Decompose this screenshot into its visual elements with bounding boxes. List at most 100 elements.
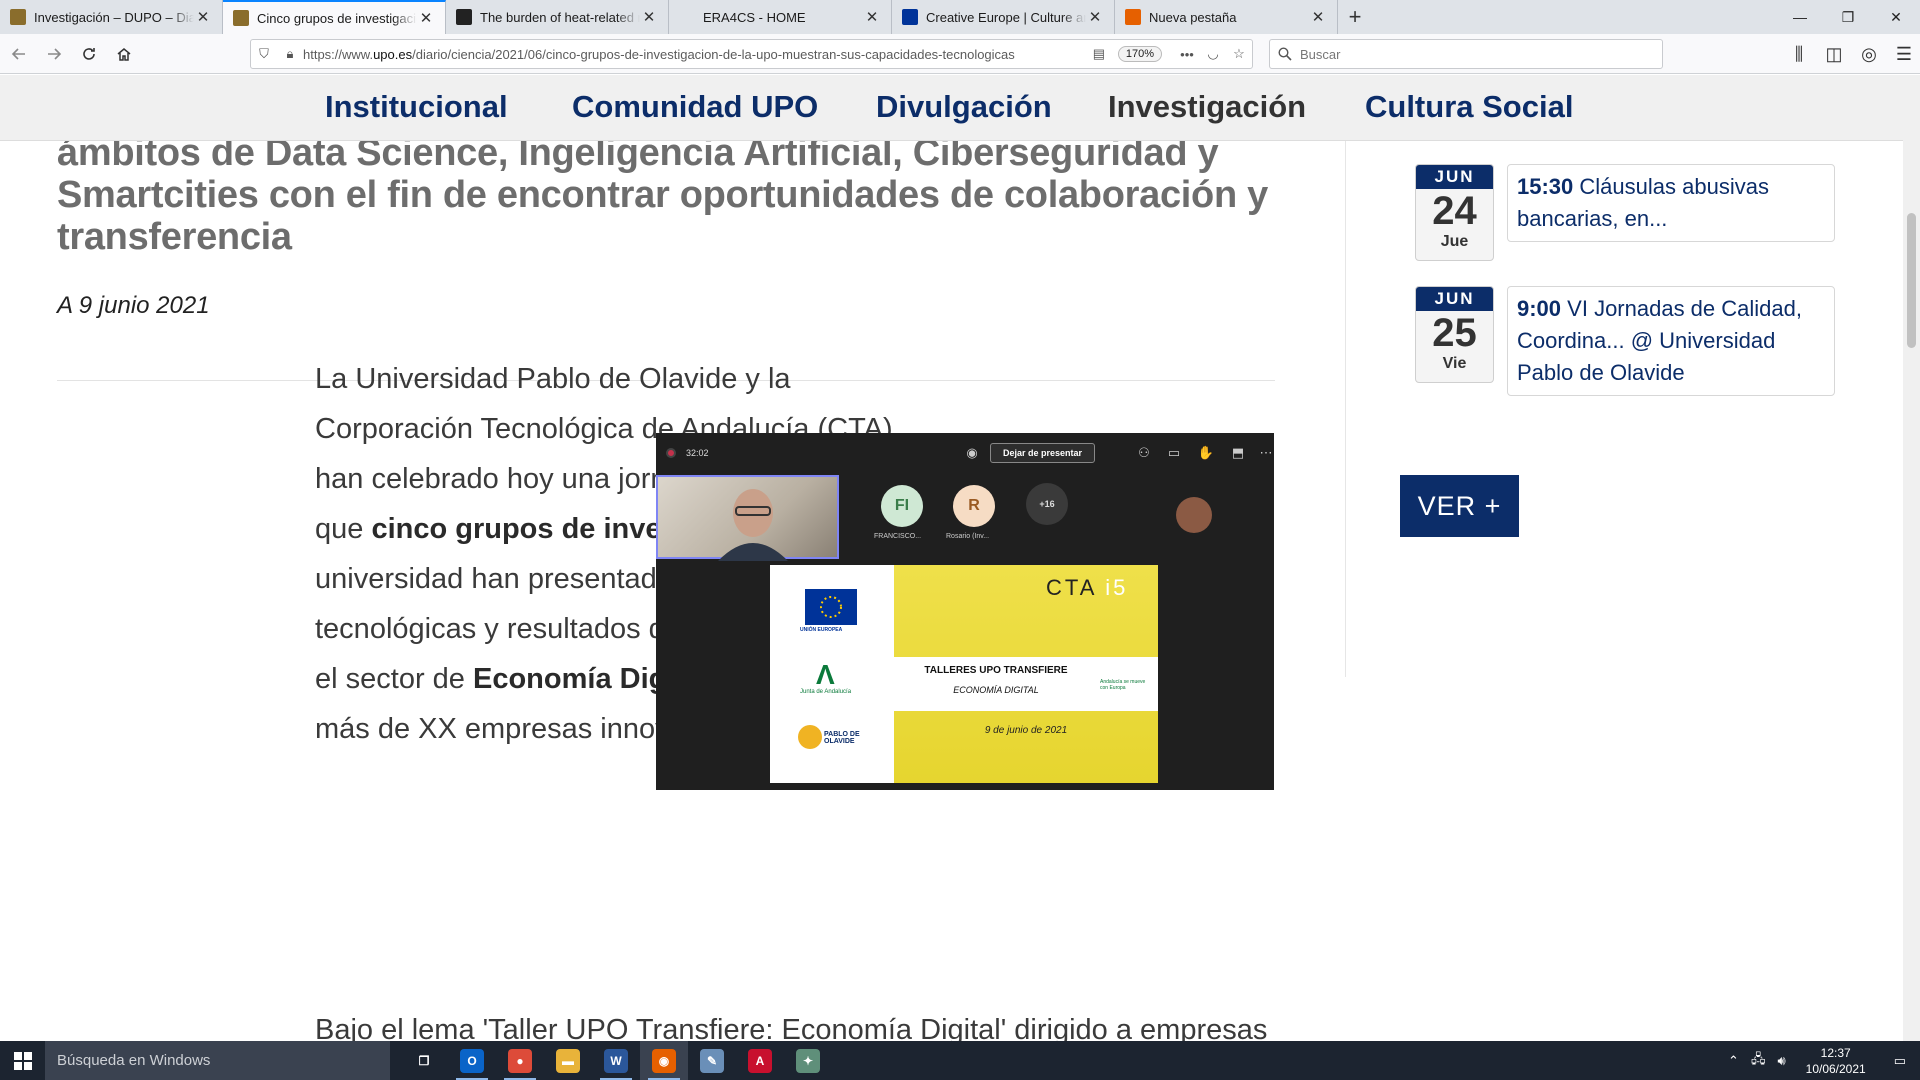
other-app-icon: ✦ <box>796 1048 820 1073</box>
event-card[interactable]: JUN 25 Vie 9:00 VI Jornadas de Calidad, … <box>1400 275 1836 396</box>
event-card[interactable]: JUN 24 Jue 15:30 Cláusulas abusivas banc… <box>1400 153 1836 261</box>
tab-title: The burden of heat-related mortality <box>480 9 640 25</box>
tab-close-icon[interactable]: ✕ <box>1086 8 1104 26</box>
participant-name: FRANCISCO... <box>874 533 922 540</box>
presenter-silhouette <box>718 489 788 561</box>
taskbar-app-file-explorer[interactable]: ▬ <box>544 1041 592 1080</box>
windows-logo-icon <box>13 1051 32 1070</box>
browser-tab[interactable]: Investigación – DUPO – Diario de la Univ… <box>0 0 223 34</box>
taskbar-app-acrobat[interactable]: A <box>736 1041 784 1080</box>
tab-close-icon[interactable]: ✕ <box>863 8 881 26</box>
taskbar-app-other-app[interactable]: ✦ <box>784 1041 832 1080</box>
page-actions-icon[interactable]: ••• <box>1174 47 1200 62</box>
browser-toolbar: ⛉ 🔒︎ https://www.upo.es/diario/ciencia/2… <box>0 34 1920 74</box>
library-icon[interactable]: ⫼ <box>1783 38 1815 70</box>
tab-close-icon[interactable]: ✕ <box>194 8 212 26</box>
taskbar-app-notes[interactable]: ✎ <box>688 1041 736 1080</box>
participants-icon: ⚇ <box>1138 445 1150 460</box>
lock-icon[interactable]: 🔒︎ <box>277 46 303 62</box>
browser-tab[interactable]: Nueva pestaña ✕ <box>1115 0 1338 34</box>
event-time: 15:30 <box>1517 174 1574 199</box>
task-view-icon: ❐ <box>418 1053 430 1068</box>
network-icon[interactable]: 🖧︎ <box>1745 1050 1772 1072</box>
presentation-slide: CTA i5 UNIÓN EUROPEA Λ Junta de Andalucí… <box>770 565 1158 783</box>
eye-icon: ◉ <box>966 445 978 460</box>
event-link[interactable]: 9:00 VI Jornadas de Calidad, Coordina...… <box>1507 286 1835 396</box>
firefox-icon: ◉ <box>652 1048 676 1073</box>
minimize-button[interactable]: — <box>1776 0 1824 34</box>
browser-tab[interactable]: Creative Europe | Culture and Creativity… <box>892 0 1115 34</box>
reactions-icon: ✋ <box>1197 445 1215 460</box>
volume-icon[interactable]: 🔊︎ <box>1771 1053 1791 1069</box>
tab-title: Investigación – DUPO – Diario de la Univ… <box>34 9 194 25</box>
forward-button[interactable] <box>38 38 70 70</box>
article-subtitle: ámbitos de Data Science, Ingeligencia Ar… <box>57 132 1275 258</box>
page-scrollbar[interactable] <box>1903 75 1920 1041</box>
tab-close-icon[interactable]: ✕ <box>640 8 658 26</box>
taskbar-app-chrome[interactable]: ● <box>496 1041 544 1080</box>
clock-time: 12:37 <box>1820 1045 1851 1060</box>
site-main-nav: Institucional Comunidad UPO Divulgación … <box>0 75 1903 141</box>
shield-icon[interactable]: ⛉ <box>251 46 277 62</box>
chat-icon: ▭ <box>1167 445 1181 460</box>
reader-view-icon[interactable]: ▤ <box>1086 46 1112 62</box>
cta-logo: CTA i5 <box>1046 575 1129 600</box>
bookmark-star-icon[interactable]: ☆ <box>1226 46 1252 62</box>
nav-item-institucional[interactable]: Institucional <box>325 89 508 125</box>
sidebar-toggle-icon[interactable]: ◫ <box>1818 38 1850 70</box>
tab-title: Nueva pestaña <box>1149 9 1237 25</box>
scrollbar-thumb[interactable] <box>1907 213 1916 348</box>
browser-tab[interactable]: Cinco grupos de investigación de la UPO✕ <box>223 0 446 34</box>
notes-icon: ✎ <box>700 1048 724 1073</box>
windows-search-box[interactable]: Búsqueda en Windows <box>45 1041 390 1080</box>
pocket-icon[interactable]: ◡ <box>1200 46 1226 62</box>
tab-favicon-icon <box>679 9 695 25</box>
search-bar[interactable]: Buscar <box>1269 39 1663 69</box>
browser-tab[interactable]: The burden of heat-related mortality✕ <box>446 0 669 34</box>
new-tab-button[interactable]: + <box>1338 0 1372 34</box>
account-icon[interactable]: ◎ <box>1853 38 1885 70</box>
tab-title: ERA4CS - HOME <box>703 9 806 25</box>
tray-chevron-icon[interactable]: ⌃ <box>1722 1053 1745 1069</box>
event-day: 25 <box>1432 311 1477 355</box>
back-button[interactable] <box>3 38 35 70</box>
acrobat-icon: A <box>748 1048 772 1073</box>
url-text[interactable]: https://www.upo.es/diario/ciencia/2021/0… <box>303 47 1086 62</box>
event-link[interactable]: 15:30 Cláusulas abusivas bancarias, en..… <box>1507 164 1835 242</box>
tab-favicon-icon <box>902 9 918 25</box>
search-placeholder: Buscar <box>1300 46 1341 62</box>
nav-item-investigacion[interactable]: Investigación <box>1108 89 1306 125</box>
participant-avatar: FI <box>881 485 923 527</box>
browser-tab[interactable]: ERA4CS - HOME ✕ <box>669 0 892 34</box>
tab-list: Investigación – DUPO – Diario de la Univ… <box>0 0 1338 34</box>
tab-close-icon[interactable]: ✕ <box>1309 8 1327 26</box>
nav-item-divulgacion[interactable]: Divulgación <box>876 89 1052 125</box>
article-next-paragraph: Bajo el lema 'Taller UPO Transfiere: Eco… <box>315 1014 1268 1041</box>
nav-item-cultura-social[interactable]: Cultura Social <box>1365 89 1573 125</box>
article-image-meeting[interactable]: 32:02 ◉ Dejar de presentar ⚇ ▭ ✋ ⬒ ⋯ FI … <box>656 433 1274 790</box>
reload-button[interactable] <box>73 38 105 70</box>
home-button[interactable] <box>108 38 140 70</box>
notifications-icon[interactable]: ▭ <box>1880 1053 1920 1069</box>
eu-flag <box>805 589 857 625</box>
menu-hamburger-icon[interactable]: ☰ <box>1888 38 1920 70</box>
sidebar-divider <box>1345 141 1346 677</box>
restore-button[interactable]: ❐ <box>1824 0 1872 34</box>
taskbar-clock[interactable]: 12:37 10/06/2021 <box>1792 1045 1880 1077</box>
close-window-button[interactable]: ✕ <box>1872 0 1920 34</box>
taskbar-app-outlook[interactable]: O <box>448 1041 496 1080</box>
windows-start-button[interactable] <box>0 1041 45 1080</box>
taskbar-app-word[interactable]: W <box>592 1041 640 1080</box>
stop-presenting-button: Dejar de presentar <box>990 443 1096 463</box>
nav-item-comunidad-upo[interactable]: Comunidad UPO <box>572 89 818 125</box>
tab-close-icon[interactable]: ✕ <box>417 9 435 27</box>
slide-title: TALLERES UPO TRANSFIERE <box>924 665 1068 676</box>
taskbar-app-task-view[interactable]: ❐ <box>400 1041 448 1080</box>
address-bar[interactable]: ⛉ 🔒︎ https://www.upo.es/diario/ciencia/2… <box>250 39 1253 69</box>
taskbar-app-firefox[interactable]: ◉ <box>640 1041 688 1080</box>
zoom-level-badge[interactable]: 170% <box>1117 46 1162 62</box>
system-tray: ⌃ 🖧︎ 🔊︎ 12:37 10/06/2021 ▭ <box>1722 1041 1920 1080</box>
ver-mas-button[interactable]: VER + <box>1400 475 1519 537</box>
slide-subtitle: ECONOMÍA DIGITAL <box>953 685 1039 695</box>
event-time: 9:00 <box>1517 296 1562 321</box>
